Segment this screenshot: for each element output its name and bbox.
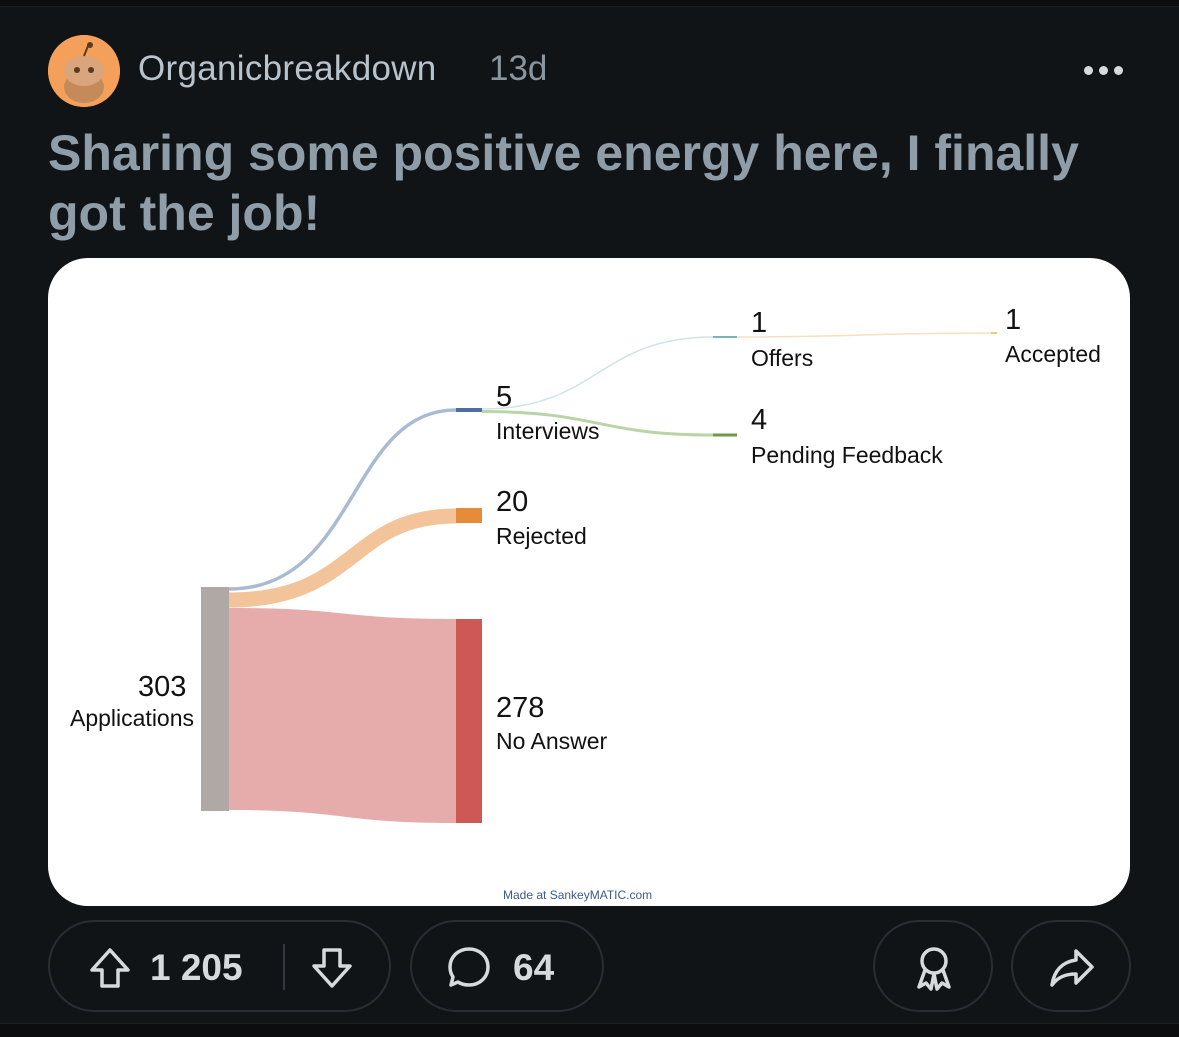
node-label-applications: Applications [70, 705, 195, 731]
node-value-interviews: 5 [496, 381, 513, 413]
node-value-rejected: 20 [496, 486, 529, 518]
node-interviews [456, 408, 482, 412]
node-label-pending: Pending Feedback [751, 442, 943, 468]
node-accepted [991, 332, 997, 334]
node-value-noanswer: 278 [496, 692, 545, 724]
link-applications-rejected [228, 508, 457, 608]
node-label-offers: Offers [751, 345, 814, 371]
post-age: 13d [489, 49, 548, 88]
share-button[interactable] [1011, 920, 1131, 1012]
node-value-pending: 4 [751, 404, 768, 436]
node-label-accepted: Accepted [1005, 341, 1101, 367]
user-avatar[interactable] [48, 35, 120, 107]
post-title[interactable]: Sharing some positive energy here, I fin… [48, 123, 1128, 243]
node-value-offers: 1 [751, 307, 768, 339]
node-noanswer [456, 619, 482, 823]
link-offers-accepted [736, 332, 992, 338]
node-value-applications: 303 [138, 671, 187, 703]
speech-bubble-icon [446, 945, 492, 996]
node-applications [201, 587, 229, 811]
node-pending [713, 433, 737, 437]
more-options-icon[interactable] [1084, 59, 1130, 81]
vote-divider [283, 944, 285, 990]
snoo-avatar-icon [48, 35, 120, 107]
share-arrow-icon [1048, 945, 1096, 996]
link-applications-noanswer [229, 608, 456, 823]
sankey-chart [201, 332, 997, 823]
award-ribbon-icon [909, 943, 959, 998]
arrow-up-icon[interactable] [86, 944, 134, 997]
node-offers [713, 336, 737, 338]
comment-count: 64 [513, 947, 555, 988]
award-button[interactable] [873, 920, 993, 1012]
comments-button[interactable]: 64 [410, 920, 604, 1012]
post-image-sankey[interactable]: 303 Applications 5 Interviews 20 Rejecte… [48, 258, 1130, 906]
arrow-down-icon[interactable] [308, 944, 356, 997]
post-username[interactable]: Organicbreakdown [138, 49, 437, 89]
node-rejected [456, 508, 482, 523]
vote-bar: 1 205 [48, 920, 391, 1012]
node-value-accepted: 1 [1005, 304, 1022, 336]
sankeymatic-credit[interactable]: Made at SankeyMATIC.com [503, 888, 652, 902]
node-label-rejected: Rejected [496, 523, 587, 549]
link-interviews-offers [481, 336, 714, 410]
post-card: Organicbreakdown 13d Sharing some positi… [0, 6, 1179, 1024]
node-label-interviews: Interviews [496, 418, 600, 444]
upvote-count: 1 205 [150, 947, 243, 988]
node-label-noanswer: No Answer [496, 728, 608, 754]
